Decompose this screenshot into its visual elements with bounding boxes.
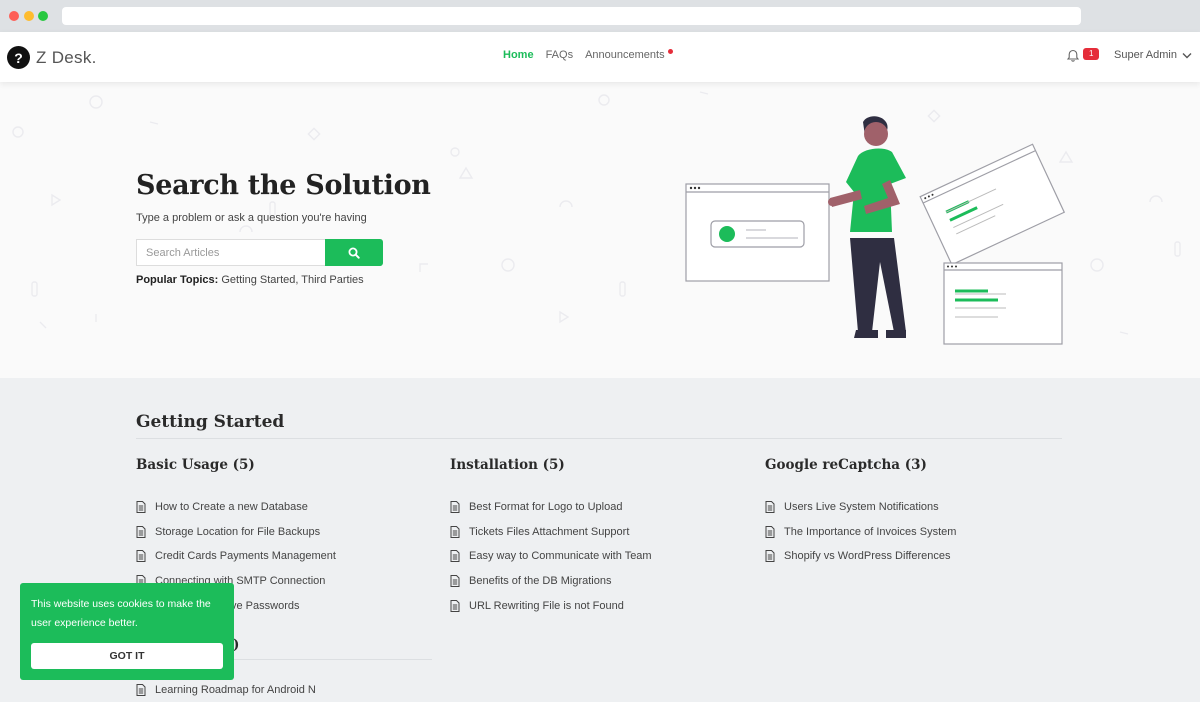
close-window-icon[interactable] xyxy=(9,11,19,21)
hero-subtitle: Type a problem or ask a question you're … xyxy=(136,212,367,224)
maximize-window-icon[interactable] xyxy=(38,11,48,21)
article-link[interactable]: Best Format for Logo to Upload xyxy=(450,495,746,520)
chevron-down-icon xyxy=(1182,52,1192,58)
hero-section: Search the Solution Type a problem or as… xyxy=(0,82,1200,378)
logo-mark-icon: ? xyxy=(7,46,30,69)
document-icon xyxy=(450,550,460,563)
search-input[interactable] xyxy=(136,239,325,266)
minimize-window-icon[interactable] xyxy=(24,11,34,21)
category-title[interactable]: Google reCaptcha (3) xyxy=(765,457,1061,495)
popular-topics-links[interactable]: Getting Started, Third Parties xyxy=(221,274,363,286)
nav-link-home[interactable]: Home xyxy=(503,49,534,61)
nav-link-announcements-label: Announcements xyxy=(585,49,665,61)
address-bar[interactable] xyxy=(62,7,1081,25)
document-icon xyxy=(765,501,775,514)
logo-text: Z Desk. xyxy=(36,47,97,67)
article-link[interactable]: Shopify vs WordPress Differences xyxy=(765,544,1061,569)
article-title: Learning Roadmap for Android N xyxy=(155,684,316,697)
document-icon xyxy=(136,501,146,514)
logo[interactable]: ? Z Desk. xyxy=(7,46,97,69)
browser-chrome xyxy=(0,0,1200,32)
hero-title: Search the Solution xyxy=(136,170,431,201)
user-menu[interactable]: Super Admin xyxy=(1114,49,1192,61)
main-nav: Home FAQs Announcements xyxy=(503,49,673,61)
article-title: How to Create a new Database xyxy=(155,501,308,514)
article-title: URL Rewriting File is not Found xyxy=(469,599,624,612)
article-title: Credit Cards Payments Management xyxy=(155,550,336,563)
article-link[interactable]: Easy way to Communicate with Team xyxy=(450,544,746,569)
article-title: Easy way to Communicate with Team xyxy=(469,550,652,563)
nav-link-announcements[interactable]: Announcements xyxy=(585,49,673,61)
user-name: Super Admin xyxy=(1114,49,1177,61)
article-title: Tickets Files Attachment Support xyxy=(469,525,630,538)
article-title: Storage Location for File Backups xyxy=(155,525,321,538)
category-installation: Installation (5) Best Format for Logo to… xyxy=(450,457,746,618)
article-link[interactable]: Storage Location for File Backups xyxy=(136,520,432,545)
article-link[interactable]: How to Create a new Database xyxy=(136,495,432,520)
unread-dot-icon xyxy=(667,49,673,54)
article-link[interactable]: The Importance of Invoices System xyxy=(765,520,1061,545)
section-title: Getting Started xyxy=(136,412,285,432)
popular-topics: Popular Topics: Getting Started, Third P… xyxy=(136,274,364,286)
article-link[interactable]: Benefits of the DB Migrations xyxy=(450,569,746,594)
document-icon xyxy=(450,525,460,538)
cookie-banner: This website uses cookies to make the us… xyxy=(20,583,234,680)
nav-link-faqs[interactable]: FAQs xyxy=(546,49,574,61)
article-link[interactable]: Learning Roadmap for Android N xyxy=(136,678,316,702)
document-icon xyxy=(450,501,460,514)
support-illustration xyxy=(685,116,1066,345)
category-google-recaptcha: Google reCaptcha (3) Users Live System N… xyxy=(765,457,1061,569)
document-icon xyxy=(450,575,460,588)
document-icon xyxy=(765,525,775,538)
section-divider xyxy=(136,438,1062,439)
search-button[interactable] xyxy=(325,239,383,266)
document-icon xyxy=(136,550,146,563)
article-title: Users Live System Notifications xyxy=(784,501,939,514)
document-icon xyxy=(765,550,775,563)
article-link[interactable]: Tickets Files Attachment Support xyxy=(450,520,746,545)
notification-badge[interactable]: 1 xyxy=(1083,48,1100,60)
bell-icon[interactable] xyxy=(1066,49,1080,63)
article-link[interactable]: Users Live System Notifications xyxy=(765,495,1061,520)
cookie-message: This website uses cookies to make the us… xyxy=(31,598,211,629)
popular-topics-label: Popular Topics: xyxy=(136,274,219,286)
article-link[interactable]: Credit Cards Payments Management xyxy=(136,544,432,569)
top-navbar: ? Z Desk. Home FAQs Announcements 1 Supe… xyxy=(0,32,1200,82)
category-title[interactable]: Basic Usage (5) xyxy=(136,457,432,495)
search-icon xyxy=(348,247,360,259)
category-title[interactable]: Installation (5) xyxy=(450,457,746,495)
article-title: ve Passwords xyxy=(231,599,300,612)
cookie-accept-button[interactable]: GOT IT xyxy=(31,643,223,669)
article-link[interactable]: URL Rewriting File is not Found xyxy=(450,593,746,618)
document-icon xyxy=(136,684,146,697)
article-title: Shopify vs WordPress Differences xyxy=(784,550,951,563)
article-title: Benefits of the DB Migrations xyxy=(469,575,612,588)
article-title: The Importance of Invoices System xyxy=(784,525,957,538)
article-title: Best Format for Logo to Upload xyxy=(469,501,623,514)
document-icon xyxy=(136,525,146,538)
document-icon xyxy=(450,599,460,612)
